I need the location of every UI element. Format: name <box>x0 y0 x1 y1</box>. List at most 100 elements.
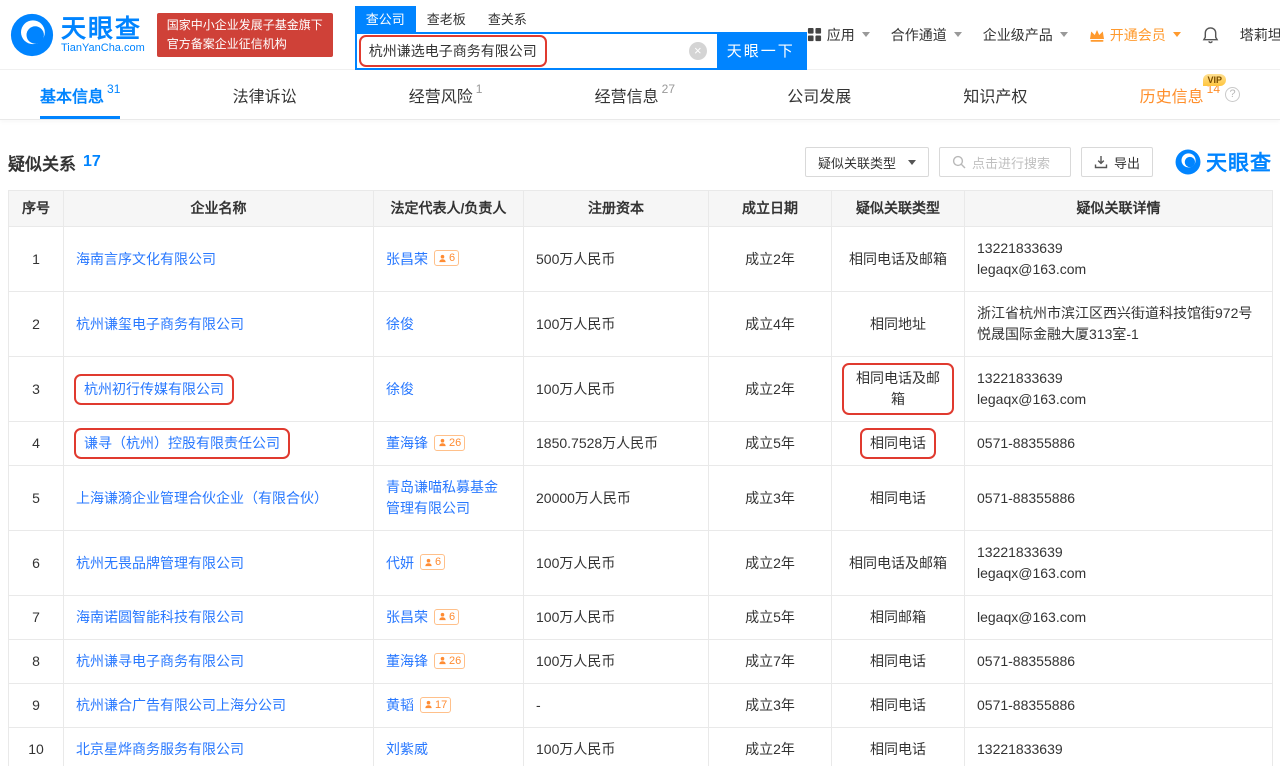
tab-intellectual-property[interactable]: 知识产权 <box>963 70 1027 119</box>
legal-rep-link[interactable]: 张昌荣 <box>386 251 428 267</box>
relation-details: 0571-88355886 <box>965 466 1273 531</box>
row-index: 2 <box>9 292 64 357</box>
cert-line-2: 官方备案企业征信机构 <box>167 35 323 54</box>
search-button[interactable]: 天眼一下 <box>717 34 805 68</box>
tab-business-info[interactable]: 经营信息27 <box>595 70 675 119</box>
legal-rep-link[interactable]: 黄韬 <box>386 697 414 713</box>
table-search-input[interactable]: 点击进行搜索 <box>939 147 1071 177</box>
company-link[interactable]: 杭州谦玺电子商务有限公司 <box>76 316 244 332</box>
row-index: 10 <box>9 728 64 766</box>
registered-capital: 100万人民币 <box>524 640 709 684</box>
relation-type: 相同电话 <box>832 466 965 531</box>
crown-icon <box>1089 28 1105 42</box>
row-index: 5 <box>9 466 64 531</box>
table-controls: 疑似关联类型 点击进行搜索 导出 天眼查 <box>805 147 1272 177</box>
main-content: 疑似关系 17 疑似关联类型 点击进行搜索 导出 天眼查 <box>0 146 1280 766</box>
company-link[interactable]: 上海谦漪企业管理合伙企业（有限合伙） <box>76 490 328 506</box>
relation-details: 0571-88355886 <box>965 640 1273 684</box>
row-index: 8 <box>9 640 64 684</box>
registered-capital: 1850.7528万人民币 <box>524 422 709 466</box>
related-companies-badge[interactable]: 6 <box>434 609 459 625</box>
search-tab-relation[interactable]: 查关系 <box>477 6 538 32</box>
person-icon <box>438 438 447 447</box>
row-index: 4 <box>9 422 64 466</box>
relation-details: legaqx@163.com <box>965 596 1273 640</box>
registered-capital: 100万人民币 <box>524 357 709 422</box>
company-link[interactable]: 杭州初行传媒有限公司 <box>84 381 224 397</box>
relation-details: 0571-88355886 <box>965 422 1273 466</box>
legal-rep-link[interactable]: 董海锋 <box>386 435 428 451</box>
legal-rep-link[interactable]: 张昌荣 <box>386 609 428 625</box>
top-navigation: 应用 合作通道 企业级产品 开通会员 塔莉坦 <box>807 25 1280 45</box>
person-icon <box>438 612 447 621</box>
established-duration: 成立3年 <box>709 466 832 531</box>
clear-icon[interactable]: × <box>689 42 707 60</box>
col-header-legal-rep: 法定代表人/负责人 <box>374 191 524 227</box>
row-index: 1 <box>9 227 64 292</box>
legal-rep-link[interactable]: 刘紫威 <box>386 741 428 757</box>
nav-partner-channel[interactable]: 合作通道 <box>891 25 962 45</box>
related-companies-badge[interactable]: 6 <box>434 250 459 266</box>
tab-basic-info[interactable]: 基本信息31 <box>40 70 120 119</box>
chevron-down-icon <box>1173 32 1181 37</box>
tianyancha-logo-icon <box>10 13 54 57</box>
legal-rep-cell: 青岛谦喵私募基金管理有限公司 <box>374 466 524 531</box>
related-companies-badge[interactable]: 26 <box>434 435 465 451</box>
nav-user-menu[interactable]: 塔莉坦 <box>1240 25 1280 45</box>
col-header-capital: 注册资本 <box>524 191 709 227</box>
chevron-down-icon <box>862 32 870 37</box>
related-companies-badge[interactable]: 17 <box>420 697 451 713</box>
table-row: 4 谦寻（杭州）控股有限责任公司 董海锋26 1850.7528万人民币 成立5… <box>9 422 1273 466</box>
tab-operational-risk[interactable]: 经营风险1 <box>409 70 483 119</box>
relation-type-filter[interactable]: 疑似关联类型 <box>805 147 929 177</box>
tab-company-development[interactable]: 公司发展 <box>787 70 851 119</box>
section-header: 疑似关系 17 疑似关联类型 点击进行搜索 导出 天眼查 <box>8 146 1272 178</box>
search-tabs: 查公司 查老板 查关系 <box>355 6 807 32</box>
nav-open-membership[interactable]: 开通会员 <box>1089 25 1181 45</box>
company-cell: 杭州无畏品牌管理有限公司 <box>64 531 374 596</box>
company-link[interactable]: 海南言序文化有限公司 <box>76 251 216 267</box>
related-companies-badge[interactable]: 26 <box>434 653 465 669</box>
tab-history-info[interactable]: 历史信息14 VIP ? <box>1140 70 1240 119</box>
row-index: 9 <box>9 684 64 728</box>
notification-bell[interactable] <box>1202 26 1219 44</box>
legal-rep-link[interactable]: 徐俊 <box>386 316 414 332</box>
tianyancha-logo[interactable]: 天眼查 TianYanCha.com <box>10 13 145 57</box>
relation-type: 相同电话 <box>832 728 965 766</box>
legal-rep-link[interactable]: 董海锋 <box>386 653 428 669</box>
help-icon[interactable]: ? <box>1225 87 1240 102</box>
search-query-annotation-box: 杭州谦选电子商务有限公司 <box>359 35 547 67</box>
company-link[interactable]: 杭州无畏品牌管理有限公司 <box>76 555 244 571</box>
established-duration: 成立2年 <box>709 357 832 422</box>
company-link[interactable]: 杭州谦寻电子商务有限公司 <box>76 653 244 669</box>
tianyancha-logo-icon <box>1175 149 1201 175</box>
legal-rep-link[interactable]: 代妍 <box>386 555 414 571</box>
export-button[interactable]: 导出 <box>1081 147 1153 177</box>
nav-enterprise-products[interactable]: 企业级产品 <box>983 25 1068 45</box>
company-link[interactable]: 北京星烨商务服务有限公司 <box>76 741 244 757</box>
legal-rep-link[interactable]: 徐俊 <box>386 381 414 397</box>
row-index: 3 <box>9 357 64 422</box>
company-link[interactable]: 谦寻（杭州）控股有限责任公司 <box>84 435 280 451</box>
registered-capital: 100万人民币 <box>524 596 709 640</box>
row-index: 6 <box>9 531 64 596</box>
legal-rep-cell: 徐俊 <box>374 357 524 422</box>
person-icon <box>424 558 433 567</box>
nav-apps[interactable]: 应用 <box>807 25 870 45</box>
company-link[interactable]: 海南诺圆智能科技有限公司 <box>76 609 244 625</box>
section-count: 17 <box>83 153 101 171</box>
search-area: 查公司 查老板 查关系 杭州谦选电子商务有限公司 × 天眼一下 <box>355 0 807 70</box>
legal-rep-link[interactable]: 青岛谦喵私募基金管理有限公司 <box>386 479 498 516</box>
company-link[interactable]: 杭州谦合广告有限公司上海分公司 <box>76 697 286 713</box>
tab-legal-proceedings[interactable]: 法律诉讼 <box>233 70 297 119</box>
legal-rep-cell: 代妍 6 <box>374 531 524 596</box>
username: 塔莉坦 <box>1240 25 1280 45</box>
table-row: 9 杭州谦合广告有限公司上海分公司 黄韬17 - 成立3年 相同电话 0571-… <box>9 684 1273 728</box>
related-companies-badge[interactable]: 6 <box>420 554 445 570</box>
col-header-relation-details: 疑似关联详情 <box>965 191 1273 227</box>
search-tab-company[interactable]: 查公司 <box>355 6 416 32</box>
col-header-relation-type: 疑似关联类型 <box>832 191 965 227</box>
search-input[interactable]: 杭州谦选电子商务有限公司 <box>357 34 689 68</box>
table-row: 1 海南言序文化有限公司 张昌荣6 500万人民币 成立2年 相同电话及邮箱 1… <box>9 227 1273 292</box>
search-tab-boss[interactable]: 查老板 <box>416 6 477 32</box>
